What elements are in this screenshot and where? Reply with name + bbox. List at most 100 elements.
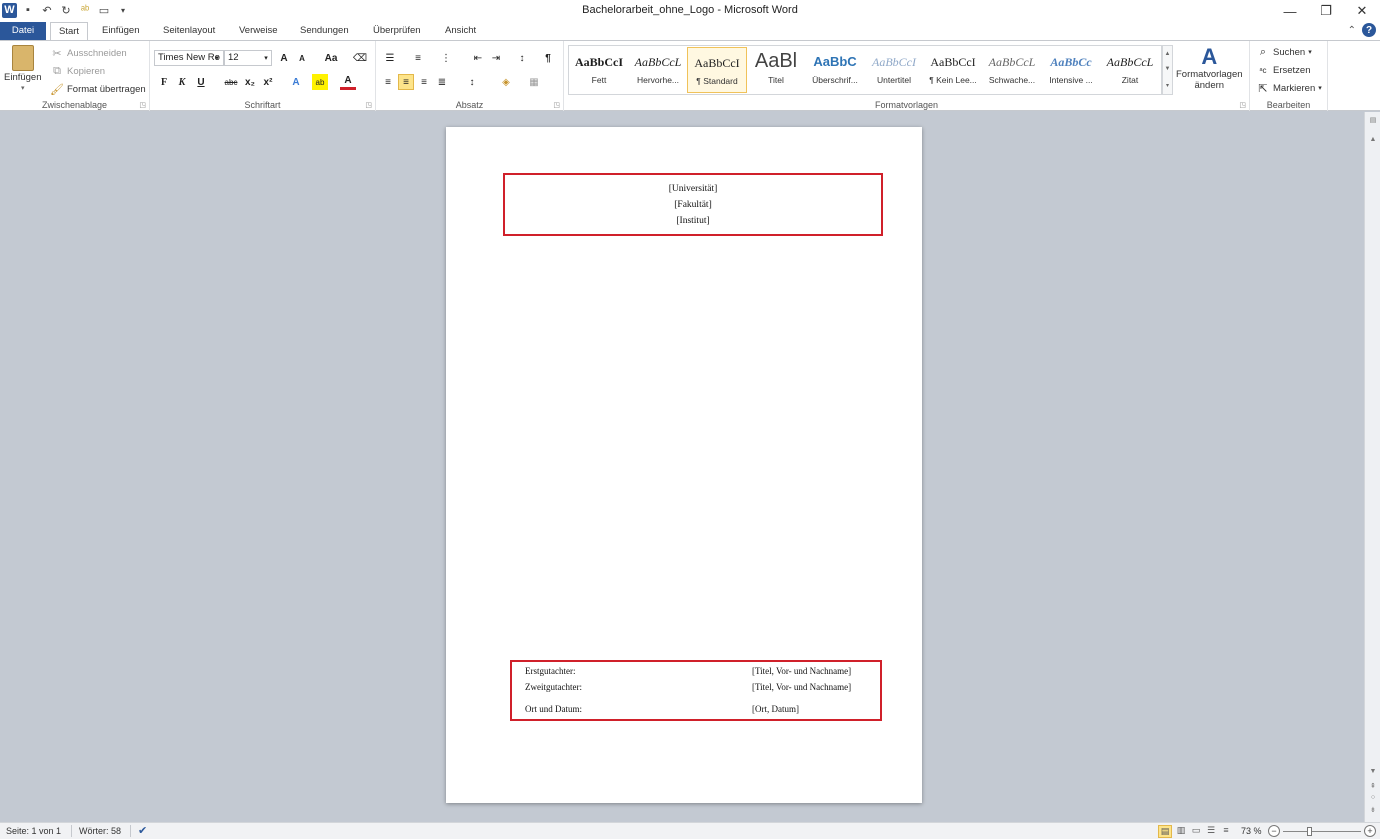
browse-object-icon[interactable]: ○: [1365, 794, 1380, 801]
sort-icon[interactable]: ↕: [514, 50, 530, 66]
style-title[interactable]: AaBl Titel: [746, 47, 806, 93]
second-reviewer-value[interactable]: [Titel, Vor- und Nachname]: [752, 682, 851, 692]
font-launcher-icon[interactable]: ◳: [365, 101, 372, 109]
university-placeholder[interactable]: [Universität]: [505, 184, 881, 194]
style-no-spacing[interactable]: AaBbCcI ¶ Kein Lee...: [923, 47, 983, 93]
styles-gallery: AaBbCcI Fett AaBbCcL Hervorhe... AaBbCcI…: [568, 45, 1162, 95]
highlight-color-icon[interactable]: ab: [312, 74, 328, 90]
restore-button[interactable]: ❐: [1308, 0, 1344, 22]
increase-indent-icon[interactable]: ⇥: [488, 50, 504, 66]
outline-view-icon[interactable]: ☰: [1204, 825, 1218, 838]
full-screen-reading-icon[interactable]: ▥: [1174, 825, 1188, 838]
word-count[interactable]: Wörter: 58: [79, 826, 121, 836]
close-button[interactable]: ✕: [1344, 0, 1380, 22]
clear-formatting-icon[interactable]: ⌫: [352, 50, 368, 66]
tab-mailings[interactable]: Sendungen: [292, 22, 357, 40]
select-button[interactable]: ⇱ Markieren ▾: [1256, 81, 1322, 95]
style-standard[interactable]: AaBbCcI ¶ Standard: [687, 47, 747, 93]
styles-gallery-scroll[interactable]: ▲ ▼ ▾: [1162, 45, 1173, 95]
font-color-icon[interactable]: A: [340, 74, 356, 90]
style-intense-emphasis[interactable]: AaBbCc Intensive ...: [1041, 47, 1101, 93]
shrink-font-button[interactable]: A: [294, 50, 310, 66]
subscript-button[interactable]: x₂: [242, 74, 258, 90]
copy-button[interactable]: ⧉ Kopieren: [50, 64, 105, 78]
tab-page-layout[interactable]: Seitenlayout: [155, 22, 223, 40]
ruler-toggle-icon[interactable]: ▤: [1365, 116, 1380, 124]
align-left-icon[interactable]: ≡: [380, 74, 396, 90]
minimize-button[interactable]: —: [1272, 0, 1308, 22]
document-page[interactable]: [Universität] [Fakultät] [Institut] Erst…: [446, 127, 922, 803]
institute-placeholder[interactable]: [Institut]: [505, 216, 881, 226]
align-center-icon[interactable]: ≡: [398, 74, 414, 90]
tab-view[interactable]: Ansicht: [437, 22, 484, 40]
font-name-dropdown-icon[interactable]: ▾: [209, 50, 225, 66]
style-emphasis[interactable]: AaBbCcL Hervorhe...: [628, 47, 688, 93]
first-reviewer-value[interactable]: [Titel, Vor- und Nachname]: [752, 666, 851, 676]
select-dropdown-icon: ▾: [1318, 85, 1322, 92]
bullets-icon[interactable]: ☰: [382, 50, 398, 66]
page-count[interactable]: Seite: 1 von 1: [6, 826, 61, 836]
grow-font-button[interactable]: A: [276, 50, 292, 66]
style-subtitle[interactable]: AaBbCcI Untertitel: [864, 47, 924, 93]
superscript-button[interactable]: x²: [260, 74, 276, 90]
scroll-up-icon[interactable]: ▲: [1165, 51, 1171, 57]
more-styles-icon[interactable]: ▾: [1166, 82, 1169, 89]
vertical-scrollbar[interactable]: ▤ ▲ ▼ ⇞ ○ ⇟: [1364, 112, 1380, 822]
decrease-indent-icon[interactable]: ⇤: [470, 50, 486, 66]
paste-dropdown-icon[interactable]: ▾: [21, 84, 25, 92]
clipboard-launcher-icon[interactable]: ◳: [139, 101, 146, 109]
change-case-button[interactable]: Aa: [320, 50, 342, 66]
paragraph-launcher-icon[interactable]: ◳: [553, 101, 560, 109]
next-page-icon[interactable]: ⇟: [1365, 806, 1380, 814]
scroll-down-arrow-icon[interactable]: ▼: [1365, 768, 1380, 775]
style-name: Titel: [768, 75, 784, 85]
style-bold[interactable]: AaBbCcI Fett: [569, 47, 629, 93]
style-heading[interactable]: AaBbC Überschrif...: [805, 47, 865, 93]
styles-launcher-icon[interactable]: ◳: [1239, 101, 1246, 109]
zoom-slider[interactable]: [1283, 831, 1361, 832]
tab-insert[interactable]: Einfügen: [94, 22, 148, 40]
faculty-placeholder[interactable]: [Fakultät]: [505, 200, 881, 210]
find-button[interactable]: ⌕ Suchen ▾: [1256, 45, 1312, 59]
style-subtle-emphasis[interactable]: AaBbCcL Schwache...: [982, 47, 1042, 93]
tab-file[interactable]: Datei: [0, 22, 46, 40]
tab-start[interactable]: Start: [50, 22, 89, 41]
tab-references[interactable]: Verweise: [231, 22, 286, 40]
shading-icon[interactable]: ◈: [498, 74, 514, 90]
web-layout-icon[interactable]: ▭: [1189, 825, 1203, 838]
previous-page-icon[interactable]: ⇞: [1365, 782, 1380, 790]
proofing-icon[interactable]: ✔: [138, 824, 147, 837]
zoom-level[interactable]: 73 %: [1241, 826, 1262, 836]
draft-view-icon[interactable]: ≡: [1219, 825, 1233, 838]
format-painter-label: Format übertragen: [67, 83, 146, 95]
place-date-value[interactable]: [Ort, Datum]: [752, 704, 799, 714]
borders-icon[interactable]: ▦: [526, 74, 542, 90]
zoom-slider-thumb[interactable]: [1307, 827, 1313, 836]
scroll-up-arrow-icon[interactable]: ▲: [1365, 136, 1380, 143]
line-spacing-icon[interactable]: ↕: [464, 74, 480, 90]
tab-review[interactable]: Überprüfen: [365, 22, 429, 40]
style-quote[interactable]: AaBbCcL Zitat: [1100, 47, 1160, 93]
show-formatting-button[interactable]: ¶: [540, 50, 556, 66]
text-effects-icon[interactable]: A: [288, 74, 304, 90]
italic-button[interactable]: K: [174, 74, 190, 90]
cut-button[interactable]: ✂ Ausschneiden: [50, 46, 126, 60]
bold-button[interactable]: F: [156, 74, 172, 90]
multilevel-list-icon[interactable]: ⋮: [438, 50, 454, 66]
align-right-icon[interactable]: ≡: [416, 74, 432, 90]
help-icon[interactable]: ?: [1362, 23, 1376, 37]
numbering-icon[interactable]: ≡: [410, 50, 426, 66]
scroll-down-icon[interactable]: ▼: [1165, 66, 1171, 72]
print-layout-view-icon[interactable]: ▤: [1158, 825, 1172, 838]
font-size-dropdown-icon[interactable]: ▾: [258, 50, 274, 66]
zoom-out-button[interactable]: −: [1268, 825, 1280, 837]
paste-button[interactable]: Einfügen ▾: [4, 45, 42, 92]
format-painter-button[interactable]: 🖌 Format übertragen: [50, 82, 146, 96]
underline-button[interactable]: U: [193, 74, 209, 90]
justify-icon[interactable]: ≣: [434, 74, 450, 90]
replace-button[interactable]: ᵃc Ersetzen: [1256, 63, 1311, 77]
zoom-in-button[interactable]: +: [1364, 825, 1376, 837]
strikethrough-button[interactable]: abc: [222, 74, 240, 90]
change-styles-button[interactable]: A Formatvorlagen ändern: [1176, 45, 1243, 92]
minimize-ribbon-icon[interactable]: ⌃: [1348, 25, 1356, 36]
